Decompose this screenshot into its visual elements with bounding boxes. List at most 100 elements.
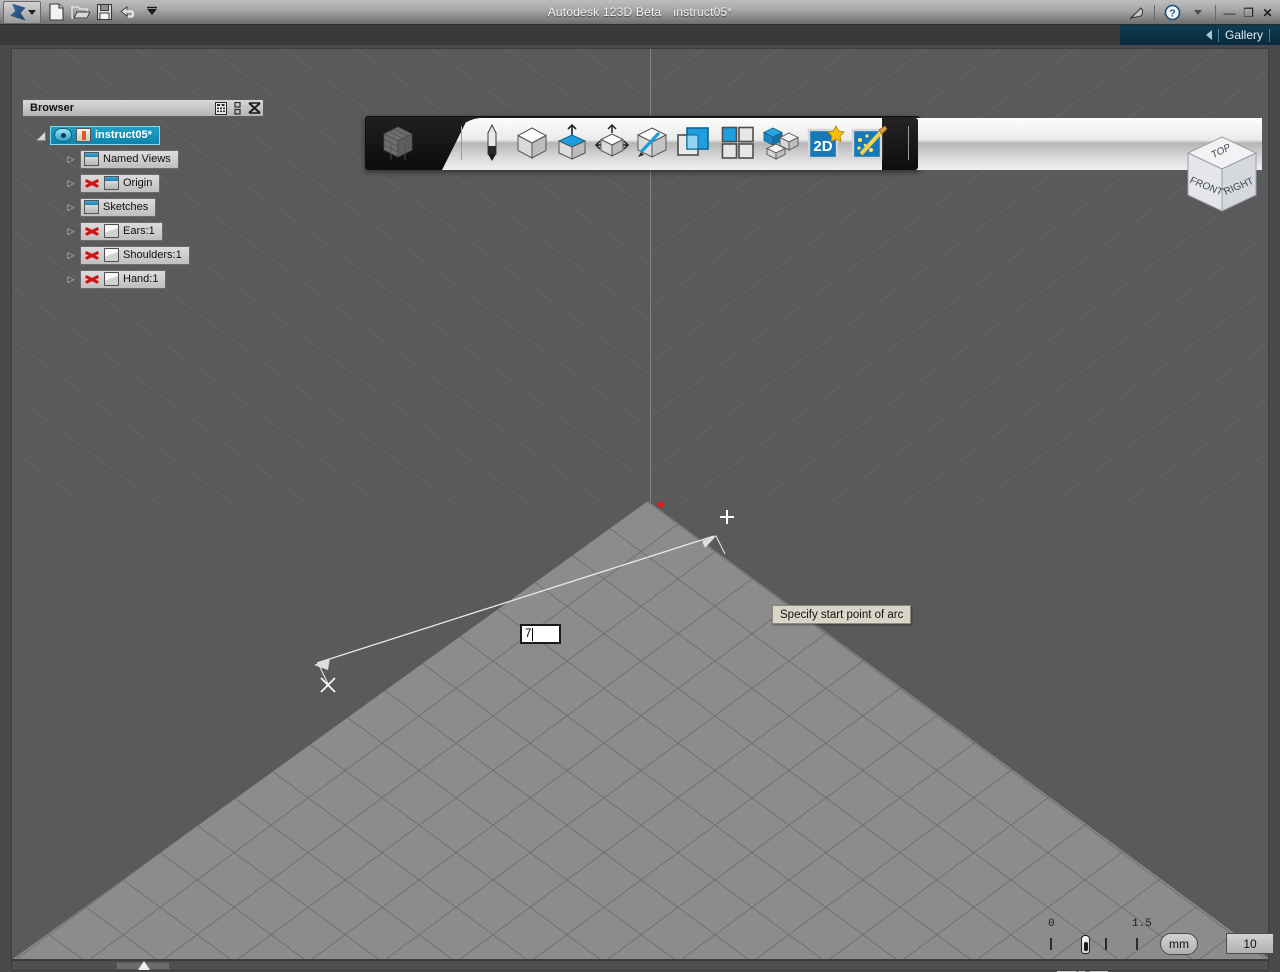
grouping-tool[interactable] xyxy=(716,121,760,165)
divider xyxy=(461,126,462,160)
divider xyxy=(1215,4,1216,21)
hidden-x-icon[interactable] xyxy=(84,248,100,262)
scale-tick-label-1: 1.5 xyxy=(1132,918,1152,930)
title-bar: Autodesk 123D Beta instruct05* ? — ❐ ✕ xyxy=(0,0,1280,25)
browser-close-icon[interactable] xyxy=(246,100,263,116)
hidden-x-icon[interactable] xyxy=(84,176,100,190)
scroll-up-arrow-icon[interactable] xyxy=(138,961,150,970)
title-bar-right-controls: ? — ❐ ✕ xyxy=(1125,0,1276,25)
browser-dock-icon[interactable] xyxy=(229,100,246,116)
tree-node-ears-1[interactable]: Ears:1 xyxy=(80,221,163,241)
floppy-save-icon xyxy=(96,3,112,21)
command-tooltip: Specify start point of arc xyxy=(772,605,912,624)
app-name-label: Autodesk 123D Beta xyxy=(547,5,662,19)
tree-collapse-arrow-icon[interactable]: ◢ xyxy=(34,128,48,142)
help-button[interactable]: ? xyxy=(1160,1,1184,25)
tree-expand-arrow-icon[interactable]: ▷ xyxy=(64,200,78,214)
toolbar-tools: 2D xyxy=(451,121,919,165)
solid-cube-icon xyxy=(104,272,119,286)
close-window-button[interactable]: ✕ xyxy=(1259,3,1276,23)
tree-expand-arrow-icon[interactable]: ▷ xyxy=(64,272,78,286)
main-toolbar: 2D xyxy=(365,116,1262,170)
command-tooltip-label: Specify start point of arc xyxy=(780,608,904,621)
tree-node-instruct05[interactable]: instruct05* xyxy=(50,125,160,145)
tree-node-label: Origin xyxy=(123,177,153,189)
eye-visibility-icon[interactable] xyxy=(54,128,72,142)
hidden-x-icon[interactable] xyxy=(84,224,100,238)
primitives-tool[interactable] xyxy=(512,121,552,165)
combine-tool[interactable] xyxy=(672,121,716,165)
divider xyxy=(1217,28,1219,42)
toolbar-brand-button[interactable] xyxy=(366,117,429,169)
tree-node-named-views[interactable]: Named Views xyxy=(80,149,179,169)
tree-node-hand-1[interactable]: Hand:1 xyxy=(80,269,167,289)
browser-filter-icon[interactable] xyxy=(212,100,229,116)
tree-node-label: Shoulders:1 xyxy=(123,249,182,261)
save-file-button[interactable] xyxy=(92,0,116,24)
modify-tool[interactable] xyxy=(592,121,632,165)
tree-expand-arrow-icon[interactable]: ▷ xyxy=(64,176,78,190)
solid-cube-icon xyxy=(104,224,119,238)
smart-tool[interactable] xyxy=(848,121,892,165)
open-file-button[interactable] xyxy=(68,0,92,24)
gallery-band: Gallery xyxy=(0,25,1280,45)
undo-button[interactable] xyxy=(116,0,140,24)
divider xyxy=(1154,4,1155,21)
2d-tool[interactable]: 2D xyxy=(804,121,848,165)
restore-window-button[interactable]: ❐ xyxy=(1240,3,1257,23)
move-cube-icon xyxy=(594,123,630,157)
tree-expand-arrow-icon[interactable]: ▷ xyxy=(64,248,78,262)
qat-overflow-button[interactable] xyxy=(140,0,164,24)
minimize-window-button[interactable]: — xyxy=(1221,3,1238,23)
folder-icon xyxy=(84,152,99,166)
grid-size-field[interactable]: 10 xyxy=(1226,933,1274,954)
model-browser-tree: ◢ instruct05* ▷ Named Views ▷ Origin ▷ Sketches… xyxy=(22,123,264,291)
tree-row: ▷ Sketches xyxy=(34,195,264,219)
tree-row: ▷ Hand:1 xyxy=(34,267,264,291)
gallery-link[interactable]: Gallery xyxy=(1225,28,1263,42)
tree-node-origin[interactable]: Origin xyxy=(80,173,161,193)
2d-star-icon: 2D xyxy=(807,124,845,160)
scale-slider-thumb[interactable] xyxy=(1081,935,1090,954)
cube-grid-logo-icon xyxy=(382,126,413,160)
help-dropdown-button[interactable] xyxy=(1186,1,1210,25)
app-menu-button[interactable] xyxy=(3,0,41,24)
divider xyxy=(1269,28,1270,42)
view-cube[interactable]: TOP FRONT RIGHT xyxy=(1180,133,1264,219)
tree-node-label: instruct05* xyxy=(95,129,152,141)
gallery-collapse-icon[interactable] xyxy=(1205,30,1212,40)
scale-tick xyxy=(1136,938,1138,950)
tree-row: ◢ instruct05* xyxy=(34,123,264,147)
chevron-down-icon xyxy=(147,6,157,15)
folder-icon xyxy=(84,200,99,214)
tree-expand-arrow-icon[interactable]: ▷ xyxy=(64,152,78,166)
chevron-down-icon xyxy=(1194,10,1202,15)
new-document-icon xyxy=(48,3,64,21)
patterns-tool[interactable] xyxy=(632,121,672,165)
text-caret xyxy=(532,627,534,641)
origin-point-marker xyxy=(657,502,664,507)
assemble-tool[interactable] xyxy=(760,121,804,165)
dimension-input-value: 7 xyxy=(525,628,532,640)
quick-access-toolbar xyxy=(0,0,164,25)
connect-status-button[interactable] xyxy=(1125,1,1149,25)
construct-tool[interactable] xyxy=(552,121,592,165)
workspace: Browser ◢ instruct05* ▷ Named Views ▷ Or… xyxy=(0,45,1280,972)
tree-node-sketches[interactable]: Sketches xyxy=(80,197,157,217)
tree-expand-arrow-icon[interactable]: ▷ xyxy=(64,224,78,238)
scale-tick xyxy=(1050,938,1052,950)
cube-stack-icon xyxy=(763,127,800,160)
unit-selector-button[interactable]: mm xyxy=(1160,933,1198,955)
new-file-button[interactable] xyxy=(44,0,68,24)
overlapping-squares-icon xyxy=(677,127,709,156)
document-name-label: instruct05* xyxy=(673,5,733,19)
hidden-x-icon[interactable] xyxy=(84,272,100,286)
tree-node-shoulders-1[interactable]: Shoulders:1 xyxy=(80,245,190,265)
scale-tick xyxy=(1105,938,1107,950)
dimension-input-field[interactable]: 7 xyxy=(520,624,561,644)
horizontal-scrollbar[interactable] xyxy=(11,960,1269,971)
sketch-tool[interactable] xyxy=(472,121,512,165)
solid-cube-icon xyxy=(104,248,119,262)
folder-icon xyxy=(104,176,119,190)
pencil-icon xyxy=(487,124,497,161)
